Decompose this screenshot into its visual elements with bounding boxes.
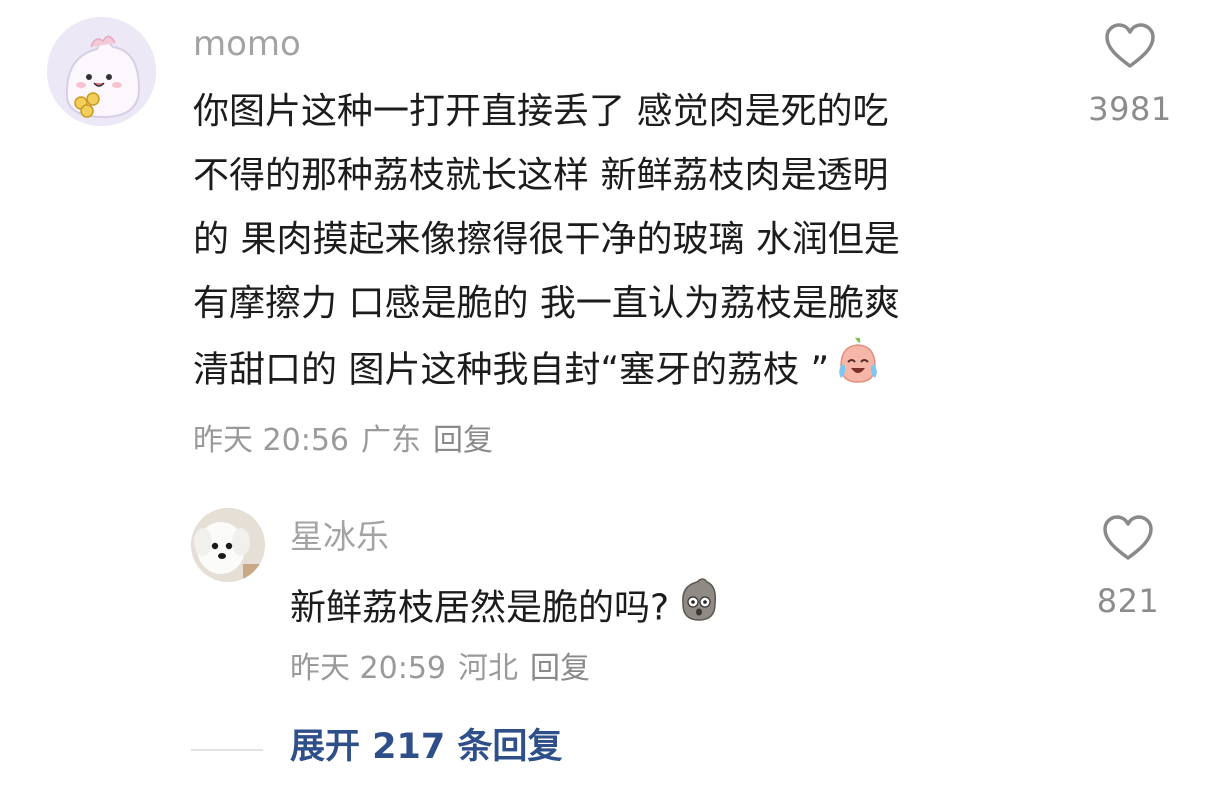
comment-line: 的 果肉摸起来像擦得很干净的玻璃 水润但是	[193, 219, 900, 260]
avatar[interactable]	[191, 508, 265, 582]
white-dog-avatar-icon	[191, 508, 265, 582]
comment-username[interactable]: momo	[193, 27, 301, 61]
comment-time: 昨天 20:56	[193, 423, 349, 458]
comment-text: 你图片这种一打开直接丢了 感觉肉是死的吃 不得的那种荔枝就长这样 新鲜荔枝肉是透…	[193, 80, 1053, 407]
comment-time: 昨天 20:59	[290, 651, 446, 686]
heart-icon[interactable]	[1103, 22, 1157, 70]
comment-line: 你图片这种一打开直接丢了 感觉肉是死的吃	[193, 91, 889, 132]
expand-replies-button[interactable]: 展开 217 条回复	[290, 730, 562, 765]
reply-button[interactable]: 回复	[530, 651, 590, 686]
comment-meta: 昨天 20:59 河北 回复	[290, 654, 602, 684]
comment-line: 清甜口的 图片这种我自封“塞牙的荔枝 ”	[193, 349, 830, 391]
comment-line: 不得的那种荔枝就长这样 新鲜荔枝肉是透明	[193, 155, 889, 196]
divider	[191, 749, 263, 751]
heart-icon[interactable]	[1101, 514, 1155, 562]
comment-text: 新鲜荔枝居然是脆的吗?	[290, 574, 723, 645]
cartoon-avatar-icon	[47, 17, 156, 126]
shocked-potato-emoji	[673, 574, 723, 645]
reply-button[interactable]: 回复	[433, 423, 493, 458]
comment-line: 有摩擦力 口感是脆的 我一直认为荔枝是脆爽	[193, 283, 900, 324]
comment-location: 广东	[361, 423, 421, 458]
crying-laugh-emoji	[833, 336, 883, 407]
comment-line: 新鲜荔枝居然是脆的吗?	[290, 587, 670, 629]
like-button[interactable]: 821	[1078, 514, 1178, 620]
comment-location: 河北	[458, 651, 518, 686]
comment-username[interactable]: 星冰乐	[290, 520, 389, 553]
comment-line-last: 清甜口的 图片这种我自封“塞牙的荔枝 ”	[193, 336, 1053, 407]
like-count: 821	[1096, 582, 1160, 620]
like-button[interactable]: 3981	[1080, 22, 1180, 128]
comment-meta: 昨天 20:56 广东 回复	[193, 426, 505, 456]
avatar[interactable]	[47, 17, 156, 126]
like-count: 3981	[1088, 90, 1172, 128]
